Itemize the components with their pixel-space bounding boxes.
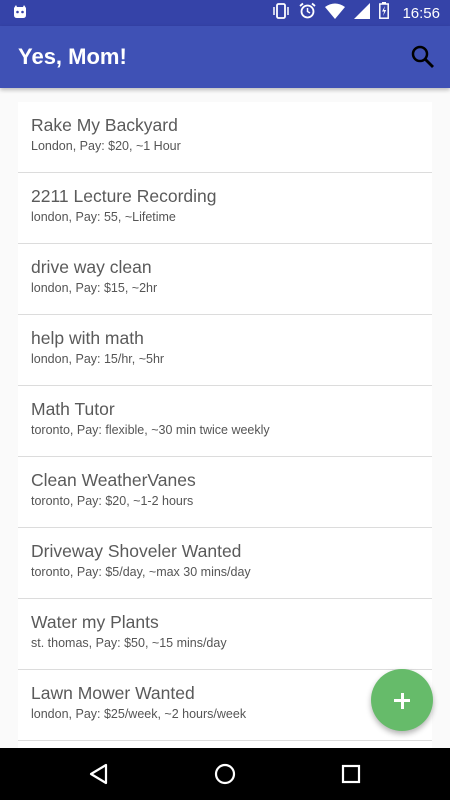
list-item[interactable]: help with math london, Pay: 15/hr, ~5hr — [18, 315, 432, 386]
job-title: drive way clean — [31, 257, 152, 277]
job-title: Driveway Shoveler Wanted — [31, 541, 242, 561]
list-item[interactable]: Math Tutor toronto, Pay: flexible, ~30 mi… — [18, 386, 432, 457]
job-title: Rake My Backyard — [31, 115, 178, 135]
list-item[interactable]: Lawn Mower Wanted london, Pay: $25/week, … — [18, 670, 432, 741]
status-bar: 16:56 — [0, 0, 450, 26]
list-item[interactable]: Clean WeatherVanes toronto, Pay: $20, ~1-… — [18, 457, 432, 528]
job-details: london, Pay: 55, ~Lifetime — [31, 210, 176, 224]
navigation-bar — [0, 748, 450, 800]
job-details: london, Pay: 15/hr, ~5hr — [31, 352, 165, 366]
job-title: Clean WeatherVanes — [31, 470, 196, 490]
job-details: london, Pay: $15, ~2hr — [31, 281, 158, 295]
battery-icon — [379, 2, 390, 24]
job-title: Water my Plants — [31, 612, 159, 632]
alarm-icon — [299, 2, 317, 24]
home-icon[interactable] — [212, 761, 238, 787]
list-item[interactable]: Rake My Backyard London, Pay: $20, ~1 Hou… — [18, 102, 432, 173]
signal-icon — [354, 2, 371, 24]
job-details: toronto, Pay: $5/day, ~max 30 mins/day — [31, 565, 251, 579]
list-item[interactable]: 2211 Lecture Recording london, Pay: 55, ~… — [18, 173, 432, 244]
job-details: London, Pay: $20, ~1 Hour — [31, 139, 181, 153]
job-list-container: Rake My Backyard London, Pay: $20, ~1 Hou… — [0, 88, 450, 748]
job-details: toronto, Pay: flexible, ~30 min twice we… — [31, 423, 270, 437]
job-list[interactable]: Rake My Backyard London, Pay: $20, ~1 Hou… — [18, 102, 432, 748]
job-title: Math Tutor — [31, 399, 115, 419]
vibrate-icon — [272, 2, 290, 24]
search-icon[interactable] — [410, 44, 436, 70]
add-job-button[interactable] — [371, 669, 433, 731]
list-item[interactable]: drive way clean london, Pay: $15, ~2hr — [18, 244, 432, 315]
job-title: 2211 Lecture Recording — [31, 186, 217, 206]
wifi-icon — [325, 3, 346, 24]
list-item[interactable]: Driveway Shoveler Wanted toronto, Pay: $5… — [18, 528, 432, 599]
recents-icon[interactable] — [338, 761, 364, 787]
back-icon[interactable] — [86, 761, 112, 787]
job-details: toronto, Pay: $20, ~1-2 hours — [31, 494, 194, 508]
job-title: help with math — [31, 328, 144, 348]
page-title: Yes, Mom! — [18, 44, 127, 69]
status-time: 16:56 — [402, 4, 440, 22]
list-item[interactable]: Water my Plants st. thomas, Pay: $50, ~15… — [18, 599, 432, 670]
android-debug-icon — [12, 4, 28, 25]
job-details: st. thomas, Pay: $50, ~15 mins/day — [31, 636, 227, 650]
app-bar: Yes, Mom! — [0, 26, 450, 88]
